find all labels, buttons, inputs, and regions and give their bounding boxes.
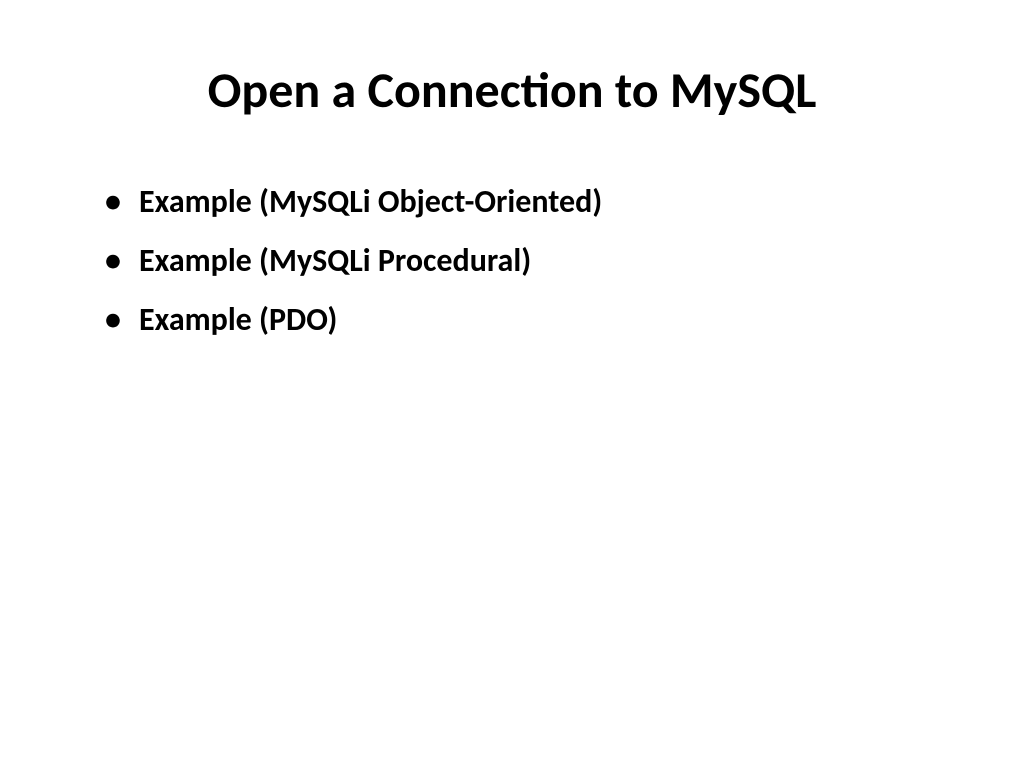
list-item: Example (MySQLi Procedural) <box>105 235 934 286</box>
bullet-list: Example (MySQLi Object-Oriented) Example… <box>90 176 934 346</box>
slide-container: Open a Connection to MySQL Example (MySQ… <box>0 0 1024 768</box>
slide-title: Open a Connection to MySQL <box>90 60 934 121</box>
list-item: Example (PDO) <box>105 294 934 345</box>
list-item: Example (MySQLi Object-Oriented) <box>105 176 934 227</box>
